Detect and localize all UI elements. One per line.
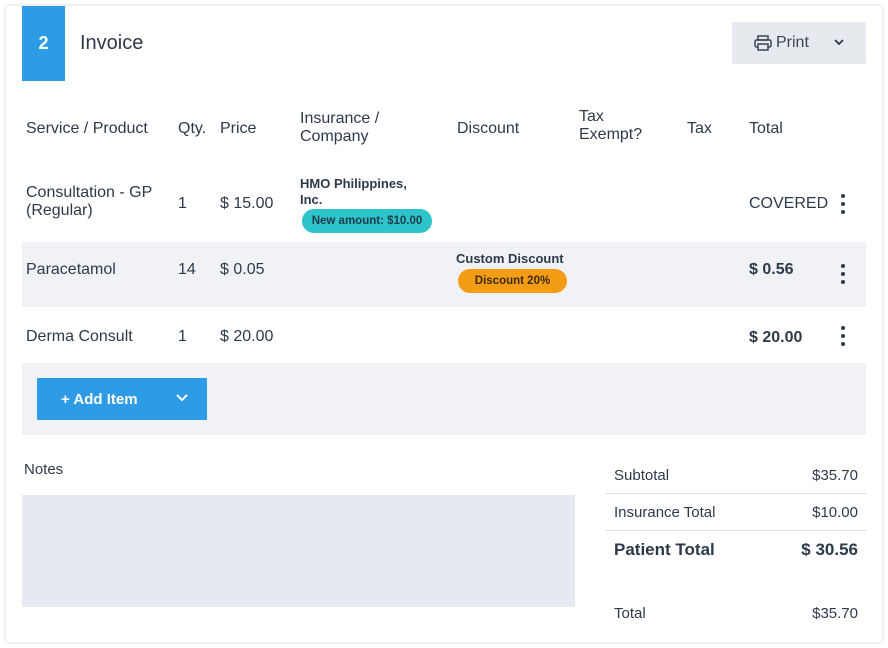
discount-name: Custom Discount [456, 251, 564, 266]
col-header-total: Total [749, 120, 783, 137]
total-value: $35.70 [812, 605, 858, 622]
qty-value: 1 [178, 328, 187, 345]
add-item-label: + Add Item [61, 390, 138, 408]
insurance-total-value: $10.00 [812, 504, 858, 521]
row-menu-icon[interactable] [837, 194, 849, 216]
page-title: Invoice [80, 32, 144, 54]
summary-divider [606, 530, 866, 531]
step-number-badge: 2 [22, 6, 65, 81]
print-label: Print [776, 34, 809, 51]
col-header-insurance: Insurance / Company [300, 110, 380, 145]
add-item-button[interactable]: + Add Item [37, 378, 207, 420]
printer-icon [754, 35, 772, 51]
row-menu-icon[interactable] [837, 264, 849, 286]
col-header-price: Price [220, 120, 257, 137]
service-name: Derma Consult [26, 328, 133, 345]
service-name: Consultation - GP (Regular) [26, 184, 153, 219]
col-header-qty: Qty. [178, 120, 207, 137]
notes-label: Notes [24, 461, 64, 478]
total-label: Total [614, 605, 646, 622]
price-value: $ 15.00 [220, 195, 274, 212]
notes-textarea[interactable] [22, 495, 575, 607]
col-header-discount: Discount [457, 120, 520, 137]
new-amount-badge: New amount: $10.00 [302, 209, 432, 233]
patient-total-value: $ 30.56 [801, 540, 858, 559]
qty-value: 1 [178, 195, 187, 212]
discount-badge: Discount 20% [458, 269, 567, 293]
total-value: $ 20.00 [749, 329, 803, 346]
price-value: $ 0.05 [220, 261, 265, 278]
table-row: Paracetamol 14 $ 0.05 Custom Discount Di… [22, 242, 866, 307]
insurance-total-label: Insurance Total [614, 504, 716, 521]
total-value: COVERED [749, 195, 829, 212]
summary-divider [606, 493, 866, 494]
table-row: Consultation - GP (Regular) 1 $ 15.00 HM… [22, 168, 866, 242]
subtotal-value: $35.70 [812, 467, 858, 484]
print-button[interactable]: Print [732, 22, 866, 64]
col-header-tax: Tax [687, 120, 712, 137]
table-row: Derma Consult 1 $ 20.00 $ 20.00 [22, 307, 866, 363]
qty-value: 14 [178, 261, 196, 278]
col-header-tax-exempt: Tax Exempt? [579, 108, 643, 143]
total-value: $ 0.56 [749, 261, 794, 278]
col-header-service: Service / Product [26, 120, 148, 137]
chevron-down-icon [834, 39, 844, 46]
patient-total-label: Patient Total [614, 540, 715, 559]
insurance-company: HMO Philippines, Inc. [300, 176, 407, 207]
chevron-down-icon [176, 394, 188, 402]
invoice-card: 2 Invoice Print Service / Product Qty. P… [6, 6, 882, 642]
row-menu-icon[interactable] [837, 326, 849, 348]
service-name: Paracetamol [26, 261, 116, 278]
subtotal-label: Subtotal [614, 467, 670, 484]
add-item-area: + Add Item [22, 363, 866, 435]
price-value: $ 20.00 [220, 328, 274, 345]
